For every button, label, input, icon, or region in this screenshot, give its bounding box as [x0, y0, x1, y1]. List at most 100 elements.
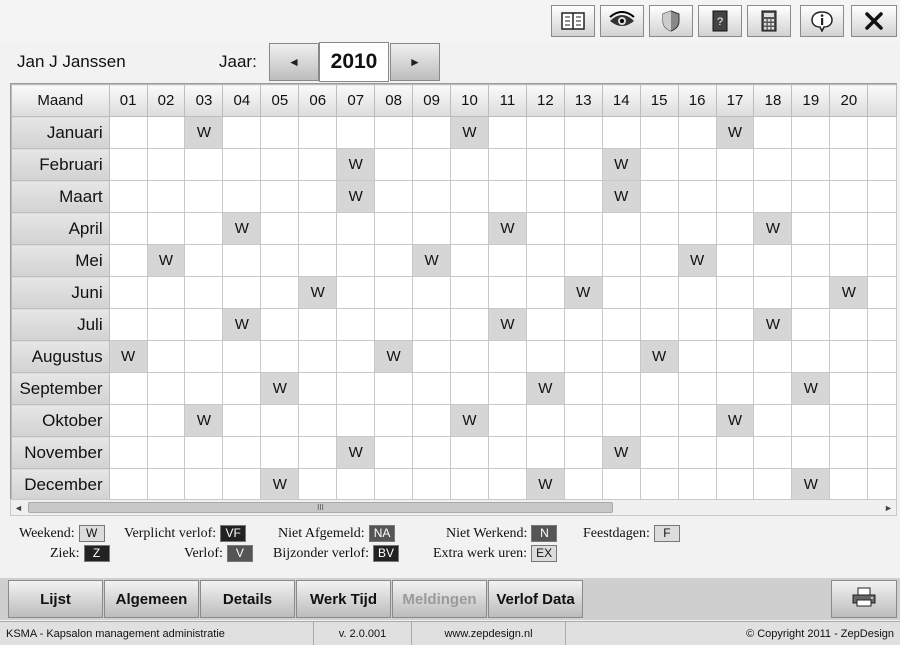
- day-cell[interactable]: [829, 244, 869, 277]
- previous-year-button[interactable]: ◄: [269, 43, 319, 81]
- day-cell[interactable]: [715, 276, 755, 309]
- day-cell[interactable]: [222, 148, 262, 181]
- day-cell[interactable]: [791, 244, 831, 277]
- day-cell[interactable]: [487, 340, 527, 373]
- day-cell[interactable]: [260, 276, 300, 309]
- help-button[interactable]: ?: [698, 5, 742, 37]
- day-cell[interactable]: [563, 244, 603, 277]
- day-cell[interactable]: [867, 372, 897, 405]
- day-cell[interactable]: [374, 148, 414, 181]
- day-cell[interactable]: [298, 372, 338, 405]
- day-cell[interactable]: W: [601, 148, 641, 181]
- print-button[interactable]: [831, 580, 897, 618]
- day-cell[interactable]: W: [715, 116, 755, 149]
- day-cell[interactable]: [525, 244, 565, 277]
- day-cell[interactable]: [715, 148, 755, 181]
- day-cell[interactable]: [487, 116, 527, 149]
- scrollbar-thumb[interactable]: III: [28, 502, 613, 513]
- day-cell[interactable]: [412, 404, 452, 437]
- day-cell[interactable]: [601, 276, 641, 309]
- day-cell[interactable]: [715, 372, 755, 405]
- day-cell[interactable]: [829, 148, 869, 181]
- day-cell[interactable]: [525, 180, 565, 213]
- day-cell[interactable]: [298, 148, 338, 181]
- day-cell[interactable]: [260, 340, 300, 373]
- day-cell[interactable]: [867, 116, 897, 149]
- day-cell[interactable]: [563, 468, 603, 499]
- day-cell[interactable]: [791, 436, 831, 469]
- tab-algemeen[interactable]: Algemeen: [104, 580, 199, 618]
- day-cell[interactable]: [374, 372, 414, 405]
- day-cell[interactable]: W: [108, 340, 148, 373]
- day-cell[interactable]: [108, 180, 148, 213]
- day-cell[interactable]: [412, 468, 452, 499]
- day-cell[interactable]: [108, 404, 148, 437]
- day-cell[interactable]: W: [791, 468, 831, 499]
- day-cell[interactable]: [487, 148, 527, 181]
- day-cell[interactable]: [791, 180, 831, 213]
- day-cell[interactable]: [753, 244, 793, 277]
- day-cell[interactable]: W: [222, 308, 262, 341]
- day-cell[interactable]: [715, 180, 755, 213]
- day-cell[interactable]: [829, 308, 869, 341]
- day-cell[interactable]: [525, 436, 565, 469]
- day-cell[interactable]: [108, 244, 148, 277]
- agenda-button[interactable]: [551, 5, 595, 37]
- day-cell[interactable]: [184, 372, 224, 405]
- day-cell[interactable]: W: [601, 436, 641, 469]
- day-cell[interactable]: [563, 180, 603, 213]
- day-cell[interactable]: [867, 244, 897, 277]
- day-cell[interactable]: [412, 372, 452, 405]
- day-cell[interactable]: [184, 436, 224, 469]
- day-cell[interactable]: [222, 244, 262, 277]
- day-cell[interactable]: [677, 148, 717, 181]
- day-cell[interactable]: W: [829, 276, 869, 309]
- day-cell[interactable]: [677, 340, 717, 373]
- day-cell[interactable]: [639, 212, 679, 245]
- day-cell[interactable]: [450, 276, 489, 309]
- day-cell[interactable]: [791, 148, 831, 181]
- day-cell[interactable]: [450, 340, 489, 373]
- day-cell[interactable]: [525, 340, 565, 373]
- day-cell[interactable]: [715, 212, 755, 245]
- day-cell[interactable]: [715, 468, 755, 499]
- day-cell[interactable]: [753, 404, 793, 437]
- day-cell[interactable]: [412, 212, 452, 245]
- day-cell[interactable]: [222, 468, 262, 499]
- day-cell[interactable]: [450, 212, 489, 245]
- day-cell[interactable]: [487, 436, 527, 469]
- day-cell[interactable]: [374, 116, 414, 149]
- day-cell[interactable]: [563, 308, 603, 341]
- scroll-left-icon[interactable]: ◄: [11, 500, 26, 515]
- day-cell[interactable]: [222, 340, 262, 373]
- day-cell[interactable]: [867, 276, 897, 309]
- day-cell[interactable]: W: [336, 436, 376, 469]
- day-cell[interactable]: [791, 276, 831, 309]
- day-cell[interactable]: W: [184, 116, 224, 149]
- day-cell[interactable]: [677, 436, 717, 469]
- day-cell[interactable]: [336, 212, 376, 245]
- day-cell[interactable]: [298, 468, 338, 499]
- day-cell[interactable]: [222, 436, 262, 469]
- day-cell[interactable]: [336, 372, 376, 405]
- day-cell[interactable]: [867, 212, 897, 245]
- day-cell[interactable]: [677, 212, 717, 245]
- day-cell[interactable]: [525, 212, 565, 245]
- day-cell[interactable]: [374, 276, 414, 309]
- day-cell[interactable]: [412, 116, 452, 149]
- day-cell[interactable]: [639, 372, 679, 405]
- day-cell[interactable]: W: [601, 180, 641, 213]
- day-cell[interactable]: [601, 404, 641, 437]
- day-cell[interactable]: [260, 180, 300, 213]
- day-cell[interactable]: [146, 212, 186, 245]
- day-cell[interactable]: [677, 276, 717, 309]
- day-cell[interactable]: [829, 212, 869, 245]
- day-cell[interactable]: [336, 404, 376, 437]
- day-cell[interactable]: [184, 244, 224, 277]
- day-cell[interactable]: [336, 340, 376, 373]
- day-cell[interactable]: [487, 372, 527, 405]
- day-cell[interactable]: [374, 468, 414, 499]
- day-cell[interactable]: [601, 308, 641, 341]
- day-cell[interactable]: [412, 436, 452, 469]
- day-cell[interactable]: [298, 308, 338, 341]
